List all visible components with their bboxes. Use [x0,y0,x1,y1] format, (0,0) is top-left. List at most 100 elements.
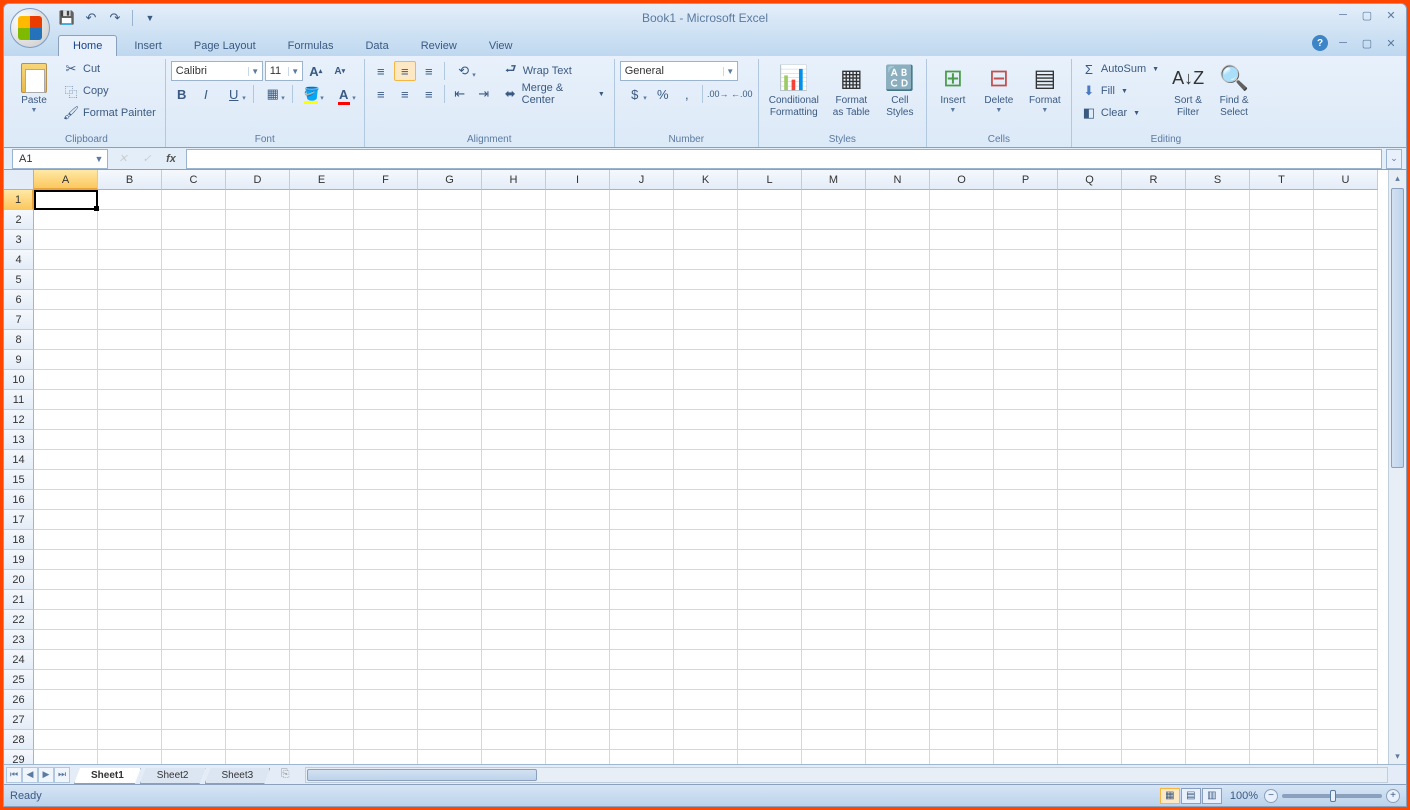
cell[interactable] [162,630,226,650]
cell[interactable] [802,470,866,490]
cell[interactable] [610,530,674,550]
cell[interactable] [674,710,738,730]
cell[interactable] [738,630,802,650]
cell[interactable] [610,570,674,590]
cell[interactable] [802,310,866,330]
cell[interactable] [866,410,930,430]
cell[interactable] [418,470,482,490]
cell[interactable] [226,350,290,370]
fill-button[interactable]: ⬇Fill▼ [1077,81,1163,101]
cell[interactable] [1122,510,1186,530]
paste-button[interactable]: Paste ▼ [13,59,55,117]
cell[interactable] [546,630,610,650]
cell[interactable] [738,190,802,210]
cell[interactable] [802,610,866,630]
cell[interactable] [610,230,674,250]
cell[interactable] [98,550,162,570]
cell[interactable] [226,650,290,670]
maximize-button[interactable]: ▢ [1358,8,1376,22]
cell[interactable] [866,510,930,530]
cell[interactable] [290,250,354,270]
cell[interactable] [354,650,418,670]
page-break-view-button[interactable]: ▥ [1202,788,1222,804]
cell[interactable] [482,510,546,530]
cell[interactable] [610,710,674,730]
cell[interactable] [1314,710,1378,730]
cell[interactable] [1186,510,1250,530]
cell[interactable] [1058,210,1122,230]
cell[interactable] [1250,570,1314,590]
cells-area[interactable] [34,190,1388,764]
cell[interactable] [34,590,98,610]
cell[interactable] [930,210,994,230]
cell[interactable] [1314,630,1378,650]
cell[interactable] [1314,190,1378,210]
cell[interactable] [1186,330,1250,350]
qat-customize-icon[interactable]: ▼ [141,9,159,27]
cell[interactable] [674,290,738,310]
cell[interactable] [418,750,482,764]
cell[interactable] [1186,550,1250,570]
format-painter-button[interactable]: 🖌Format Painter [59,103,160,123]
cell[interactable] [162,550,226,570]
cell[interactable] [98,590,162,610]
cell[interactable] [802,490,866,510]
row-header[interactable]: 14 [4,450,34,470]
cell[interactable] [802,450,866,470]
cell[interactable] [1186,730,1250,750]
cell[interactable] [418,630,482,650]
delete-cells-button[interactable]: ⊟Delete▼ [978,59,1020,117]
number-format-combo[interactable]: General▼ [620,61,738,81]
cell[interactable] [674,550,738,570]
cell[interactable] [482,750,546,764]
cell[interactable] [418,610,482,630]
cell[interactable] [162,530,226,550]
cell[interactable] [610,390,674,410]
cell[interactable] [994,670,1058,690]
cell[interactable] [162,450,226,470]
cell[interactable] [802,550,866,570]
row-header[interactable]: 11 [4,390,34,410]
cell[interactable] [802,250,866,270]
cell[interactable] [1250,710,1314,730]
cell[interactable] [34,730,98,750]
cell[interactable] [418,330,482,350]
cell[interactable] [866,670,930,690]
new-sheet-button[interactable]: ⎘ [273,767,297,783]
formula-input[interactable] [186,149,1382,169]
column-header[interactable]: P [994,170,1058,190]
row-header[interactable]: 29 [4,750,34,764]
cell[interactable] [1058,350,1122,370]
cell[interactable] [1250,350,1314,370]
cell[interactable] [546,590,610,610]
cell[interactable] [1314,350,1378,370]
expand-formula-bar-button[interactable]: ⌄ [1386,149,1402,169]
cell[interactable] [802,670,866,690]
bold-button[interactable]: B [171,84,193,104]
cell[interactable] [162,390,226,410]
cell[interactable] [162,350,226,370]
cell[interactable] [546,450,610,470]
cell[interactable] [1058,430,1122,450]
cell[interactable] [1250,670,1314,690]
tab-formulas[interactable]: Formulas [273,35,349,56]
cell[interactable] [930,550,994,570]
row-header[interactable]: 27 [4,710,34,730]
cell[interactable] [930,190,994,210]
cell[interactable] [1186,230,1250,250]
cell[interactable] [482,270,546,290]
fx-button[interactable]: fx [160,150,182,168]
cell[interactable] [738,670,802,690]
row-header[interactable]: 23 [4,630,34,650]
cell[interactable] [162,370,226,390]
cell[interactable] [546,370,610,390]
column-header[interactable]: T [1250,170,1314,190]
align-left-button[interactable]: ≡ [370,84,392,104]
cell[interactable] [226,630,290,650]
cell[interactable] [674,370,738,390]
cell[interactable] [418,490,482,510]
cell[interactable] [674,270,738,290]
cell[interactable] [226,230,290,250]
cell[interactable] [1314,750,1378,764]
cell[interactable] [738,650,802,670]
